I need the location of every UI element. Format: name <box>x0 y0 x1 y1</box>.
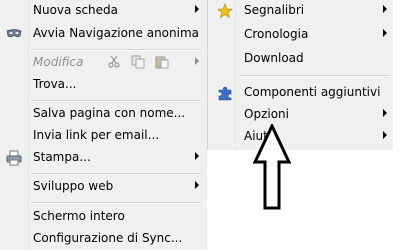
submenu-item-label: Segnalibri <box>244 3 305 17</box>
menu-item-sviluppo-web[interactable]: Sviluppo web <box>0 176 207 198</box>
pointer-arrow-annotation <box>252 124 292 210</box>
submenu-arrow-icon <box>195 152 199 160</box>
menu-item-label: Invia link per email... <box>33 128 160 142</box>
paste-icon <box>155 55 169 72</box>
copy-icon <box>131 55 145 72</box>
printer-icon <box>6 150 22 166</box>
menu-separator <box>31 100 201 102</box>
submenu-arrow-icon <box>383 131 387 139</box>
menu-item-nuova-scheda[interactable]: Nuova scheda <box>0 0 207 22</box>
submenu-arrow-icon <box>195 5 199 13</box>
cut-icon <box>107 55 121 72</box>
mask-icon <box>6 26 22 42</box>
menu-item-label: Sviluppo web <box>33 179 114 193</box>
submenu-item-componenti[interactable]: Componenti aggiuntivi <box>208 82 394 104</box>
submenu-item-label: Opzioni <box>244 107 289 121</box>
submenu-item-cronologia[interactable]: Cronologia <box>208 24 394 46</box>
submenu-arrow-icon <box>383 5 387 13</box>
menu-item-label: Stampa... <box>33 150 91 164</box>
menu-item-label: Configurazione di Sync... <box>33 231 183 245</box>
menu-item-stampa[interactable]: Stampa... <box>0 147 207 169</box>
submenu-item-opzioni[interactable]: Opzioni <box>208 104 394 126</box>
menu-item-label: Schermo intero <box>33 209 125 223</box>
menu-separator <box>31 173 201 175</box>
side-submenu: Segnalibri Cronologia Download Component… <box>207 0 394 150</box>
menu-item-modifica[interactable]: Modifica <box>0 52 207 74</box>
menu-separator <box>31 49 201 51</box>
submenu-item-aiuto[interactable]: Aiuto <box>208 126 394 148</box>
menu-item-label: Avvia Navigazione anonima <box>33 26 200 40</box>
submenu-item-segnalibri[interactable]: Segnalibri <box>208 0 394 22</box>
puzzle-icon <box>217 85 233 101</box>
menu-item-navigazione-anonima[interactable]: Avvia Navigazione anonima <box>0 23 207 45</box>
submenu-item-download[interactable]: Download <box>208 48 394 70</box>
submenu-item-label: Cronologia <box>244 27 309 41</box>
menu-item-salva-pagina[interactable]: Salva pagina con nome... <box>0 103 207 125</box>
submenu-item-label: Download <box>244 51 304 65</box>
menu-separator <box>31 202 201 204</box>
menu-item-trova[interactable]: Trova... <box>0 74 207 96</box>
star-icon <box>217 3 233 19</box>
menu-item-invia-link[interactable]: Invia link per email... <box>0 125 207 147</box>
menu-item-configurazione-sync[interactable]: Configurazione di Sync... <box>0 228 207 250</box>
submenu-arrow-icon <box>195 57 199 65</box>
menu-item-schermo-intero[interactable]: Schermo intero <box>0 206 207 228</box>
menu-item-label: Salva pagina con nome... <box>33 106 186 120</box>
window-edge <box>393 0 400 250</box>
main-menu: Nuova scheda Avvia Navigazione anonima M… <box>0 0 207 250</box>
submenu-arrow-icon <box>383 109 387 117</box>
submenu-separator <box>240 75 390 77</box>
page-background <box>207 150 400 250</box>
submenu-item-label: Componenti aggiuntivi <box>244 85 381 99</box>
submenu-arrow-icon <box>383 29 387 37</box>
submenu-arrow-icon <box>195 181 199 189</box>
menu-item-label: Modifica <box>33 55 84 69</box>
menu-item-label: Trova... <box>33 77 77 91</box>
menu-item-label: Nuova scheda <box>33 3 119 17</box>
edit-icons <box>107 55 175 72</box>
